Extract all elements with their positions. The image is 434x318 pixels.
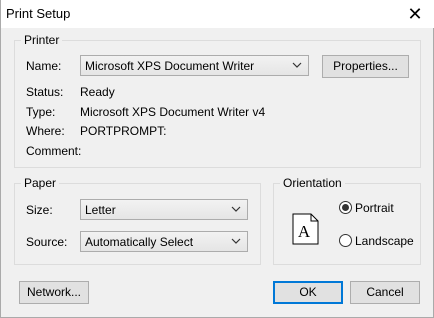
window-title: Print Setup bbox=[6, 6, 71, 21]
ok-button[interactable]: OK bbox=[273, 281, 343, 304]
status-label: Status: bbox=[26, 85, 64, 99]
paper-source-value: Automatically Select bbox=[85, 235, 194, 249]
paper-source-select[interactable]: Automatically Select bbox=[80, 231, 248, 252]
portrait-radio[interactable] bbox=[339, 201, 352, 214]
printer-legend: Printer bbox=[21, 33, 63, 47]
portrait-label[interactable]: Portrait bbox=[355, 201, 394, 215]
properties-button[interactable]: Properties... bbox=[322, 55, 409, 78]
where-value: PORTPROMPT: bbox=[80, 124, 167, 138]
orientation-legend: Orientation bbox=[280, 176, 345, 190]
print-setup-dialog: Print Setup ✕ Printer Name: Microsoft XP… bbox=[0, 0, 434, 318]
type-label: Type: bbox=[26, 105, 56, 119]
size-label: Size: bbox=[26, 203, 53, 217]
radio-selected-dot bbox=[342, 204, 349, 211]
chevron-down-icon bbox=[292, 62, 302, 68]
network-button[interactable]: Network... bbox=[19, 281, 89, 304]
status-value: Ready bbox=[80, 85, 115, 99]
landscape-radio[interactable] bbox=[339, 234, 352, 247]
title-bar: Print Setup ✕ bbox=[1, 0, 434, 28]
name-label: Name: bbox=[26, 59, 62, 73]
paper-size-value: Letter bbox=[85, 203, 116, 217]
comment-label: Comment: bbox=[26, 144, 82, 158]
paper-group: Paper bbox=[14, 176, 261, 265]
printer-name-value: Microsoft XPS Document Writer bbox=[85, 59, 255, 73]
close-button[interactable]: ✕ bbox=[395, 0, 434, 28]
close-icon: ✕ bbox=[407, 4, 423, 24]
chevron-down-icon bbox=[231, 206, 241, 212]
chevron-down-icon bbox=[231, 238, 241, 244]
paper-legend: Paper bbox=[21, 176, 60, 190]
type-value: Microsoft XPS Document Writer v4 bbox=[80, 105, 266, 119]
landscape-label[interactable]: Landscape bbox=[355, 234, 414, 248]
source-label: Source: bbox=[26, 235, 68, 249]
portrait-page-icon: A bbox=[292, 213, 319, 245]
where-label: Where: bbox=[26, 124, 65, 138]
printer-name-select[interactable]: Microsoft XPS Document Writer bbox=[80, 55, 309, 76]
page-glyph: A bbox=[298, 222, 311, 241]
cancel-button[interactable]: Cancel bbox=[350, 281, 420, 304]
paper-size-select[interactable]: Letter bbox=[80, 199, 248, 220]
